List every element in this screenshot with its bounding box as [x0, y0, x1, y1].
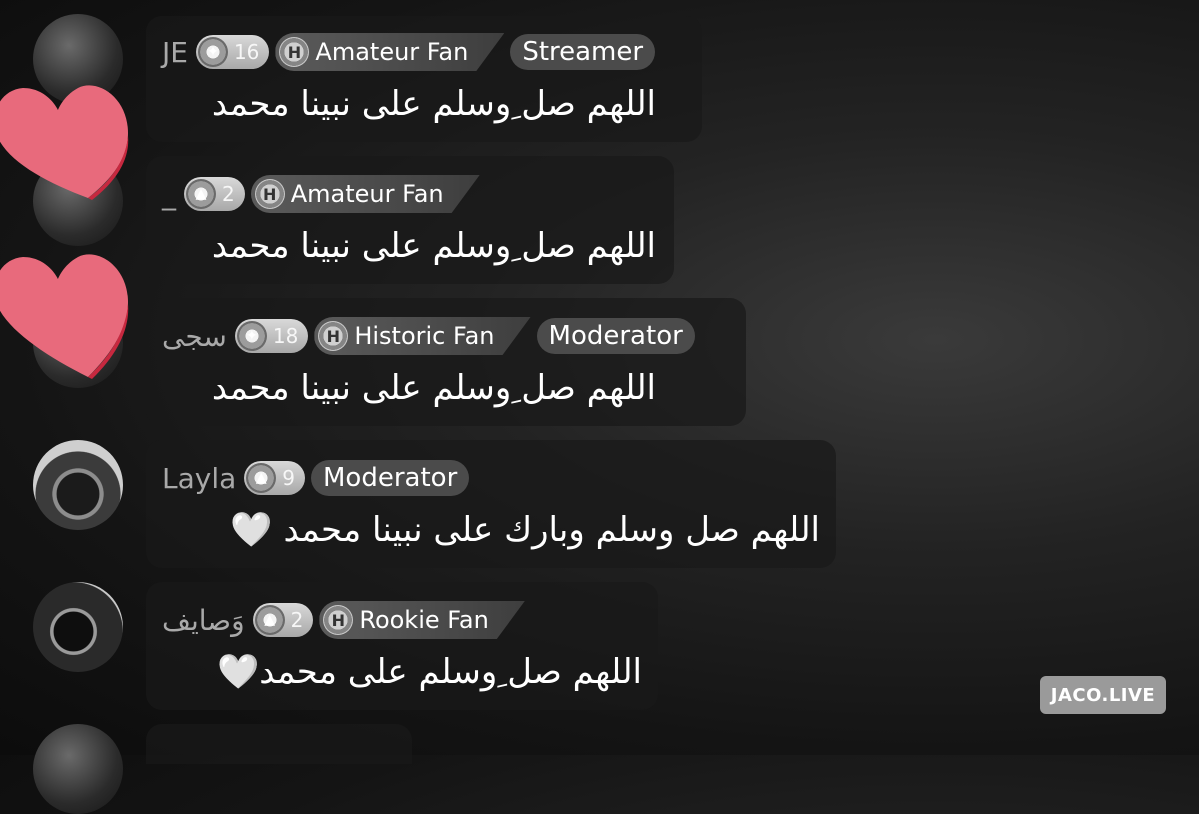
role-badge: Moderator	[536, 318, 695, 354]
level-number: 16	[233, 40, 260, 64]
gem-icon: ▲	[254, 605, 285, 635]
level-badge: ▲ 2	[184, 177, 245, 211]
username[interactable]: JE	[162, 36, 188, 69]
level-badge: ✦ 16	[195, 35, 270, 69]
white-heart-icon: 🤍	[216, 652, 260, 692]
gem-icon: ▲	[246, 463, 277, 493]
fan-badge-label: Amateur Fan	[290, 180, 444, 208]
level-badge: ✦ 18	[234, 319, 309, 353]
level-number: 18	[272, 324, 299, 348]
fan-shield-icon: H	[279, 37, 309, 67]
level-badge: ▲ 9	[244, 461, 305, 495]
level-number: 9	[282, 466, 295, 490]
fan-badge-label: Amateur Fan	[315, 38, 469, 66]
role-badge: Moderator	[311, 460, 470, 496]
message-bubble: وَصايف ▲ 2 H Rookie Fan اللهم صل ِوسلم ع…	[146, 582, 658, 710]
message-meta: Layla ▲ 9 Moderator	[162, 456, 820, 500]
fan-shield-icon: H	[323, 605, 353, 635]
level-number: 2	[290, 608, 304, 632]
role-badge: Streamer	[510, 34, 656, 70]
avatar[interactable]	[33, 724, 123, 814]
message-bubble: _ ▲ 2 H Amateur Fan اللهم صل ِوسلم على ن…	[146, 156, 674, 284]
message-text: اللهم صل ِوسلم على نبينا محمد	[211, 368, 656, 408]
message-text: اللهم صل ِوسلم على محمد🤍	[162, 642, 642, 702]
username[interactable]: سجى	[162, 320, 227, 353]
fan-shield-icon: H	[318, 321, 348, 351]
message-meta: JE ✦ 16 H Amateur Fan Streamer	[162, 30, 686, 74]
level-number: 2	[222, 182, 235, 206]
message-bubble: سجى ✦ 18 H Historic Fan Moderator اللهم …	[146, 298, 746, 426]
message-bubble: Layla ▲ 9 Moderator اللهم صل وسلم وبارك …	[146, 440, 836, 568]
avatar[interactable]	[33, 582, 123, 672]
fan-badge-label: Rookie Fan	[359, 606, 489, 634]
message-text-content: اللهم صل ِوسلم على محمد	[259, 652, 642, 692]
fan-badge: H Historic Fan	[314, 317, 530, 355]
fan-badge: H Rookie Fan	[319, 601, 524, 639]
heart-icon	[0, 85, 129, 200]
gem-icon: ✦	[197, 37, 228, 67]
message-meta: _ ▲ 2 H Amateur Fan	[162, 172, 658, 216]
fan-badge-label: Historic Fan	[354, 322, 495, 350]
message-text: اللهم صل وسلم وبارك على نبينا محمد 🤍	[162, 500, 820, 560]
gem-icon: ✦	[236, 321, 267, 351]
message-bubble	[146, 724, 412, 764]
message-meta: وَصايف ▲ 2 H Rookie Fan	[162, 598, 642, 642]
username[interactable]: وَصايف	[162, 604, 245, 637]
message-text-content: اللهم صل وسلم وبارك على نبينا محمد	[283, 510, 820, 550]
username[interactable]: _	[162, 178, 176, 211]
level-badge: ▲ 2	[252, 603, 314, 637]
white-heart-icon: 🤍	[230, 510, 273, 550]
fan-badge: H Amateur Fan	[275, 33, 504, 71]
avatar[interactable]	[33, 440, 123, 530]
username[interactable]: Layla	[162, 462, 236, 495]
message-text: اللهم صل ِوسلم على نبينا محمد	[211, 226, 656, 266]
message-text: اللهم صل ِوسلم على نبينا محمد	[211, 84, 656, 124]
watermark-logo: JACO.LIVE	[1040, 676, 1166, 714]
message-meta: سجى ✦ 18 H Historic Fan Moderator	[162, 314, 730, 358]
heart-icon	[0, 254, 129, 379]
message-bubble: JE ✦ 16 H Amateur Fan Streamer اللهم صل …	[146, 16, 702, 142]
gem-icon: ▲	[186, 179, 216, 209]
fan-badge: H Amateur Fan	[251, 175, 480, 213]
fan-shield-icon: H	[255, 179, 285, 209]
